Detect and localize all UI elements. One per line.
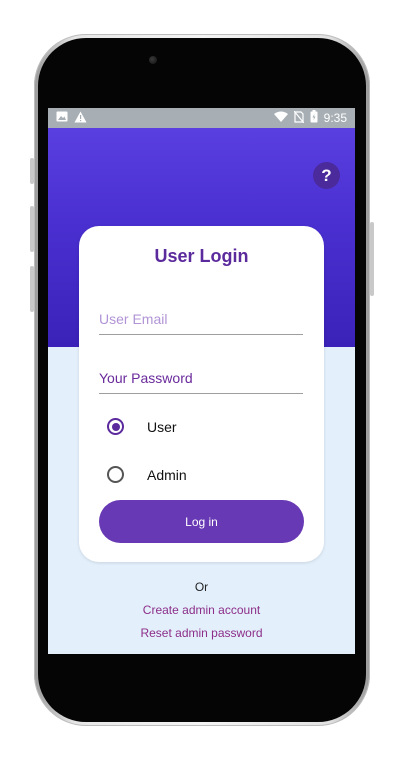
battery-icon xyxy=(310,110,318,126)
app-screen: 9:35 ? User Login User Admin Log in Or C… xyxy=(48,108,355,654)
status-bar: 9:35 xyxy=(48,108,355,128)
login-card: User Login User Admin Log in xyxy=(79,226,324,562)
or-divider-text: Or xyxy=(194,580,209,594)
status-right-icons: 9:35 xyxy=(273,110,347,126)
side-button-left-top xyxy=(30,158,34,184)
question-mark-icon: ? xyxy=(321,165,332,185)
email-input[interactable] xyxy=(99,304,303,335)
warning-icon xyxy=(74,111,87,126)
wifi-icon xyxy=(273,111,288,125)
password-input[interactable] xyxy=(99,363,303,394)
login-title: User Login xyxy=(154,246,249,266)
side-button-right xyxy=(370,222,374,296)
side-button-left-mid xyxy=(30,206,34,252)
role-option-user[interactable]: User xyxy=(107,418,177,435)
role-label-user: User xyxy=(147,418,177,435)
create-admin-link[interactable]: Create admin account xyxy=(48,603,355,617)
help-button[interactable]: ? xyxy=(313,162,340,189)
clock-text: 9:35 xyxy=(323,111,347,125)
radio-user[interactable] xyxy=(107,418,124,435)
login-button[interactable]: Log in xyxy=(99,500,304,543)
side-button-left-bottom xyxy=(30,266,34,312)
radio-admin[interactable] xyxy=(107,466,124,483)
role-label-admin: Admin xyxy=(147,466,187,483)
role-option-admin[interactable]: Admin xyxy=(107,466,187,483)
front-camera xyxy=(149,56,157,64)
status-left-icons xyxy=(56,111,87,126)
image-icon xyxy=(56,111,68,125)
login-button-label: Log in xyxy=(185,514,218,529)
no-sim-icon xyxy=(293,110,305,126)
reset-admin-link[interactable]: Reset admin password xyxy=(48,626,355,640)
